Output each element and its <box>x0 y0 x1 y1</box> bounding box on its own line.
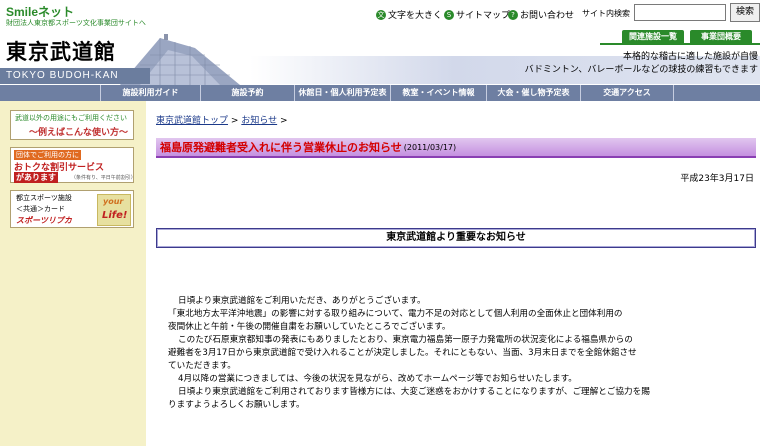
main-nav: 施設利用ガイド 施設予約 休館日・個人利用予定表 教室・イベント情報 大会・催し… <box>0 85 760 101</box>
header-divider <box>600 43 760 45</box>
sitemap-icon: S <box>444 9 454 20</box>
nav-closing-schedule[interactable]: 休館日・個人利用予定表 <box>294 85 390 101</box>
your-text: your <box>103 197 124 206</box>
sidebar: 武道以外の用途にもご利用ください ～例えばこんな使い方～ 団体でご利用の方に お… <box>0 101 146 446</box>
body-line: りますようよろしくお願いします。 <box>168 400 305 410</box>
usage-banner-line2: ～例えばこんな使い方～ <box>29 128 129 138</box>
discount-banner-line4: （条件有り、平日午前割引） <box>71 175 136 181</box>
notice-body: 日頃より東京武道館をご利用いただき、ありがとうございます。 「東北地方太平洋沖地… <box>168 295 758 412</box>
breadcrumb-news-link[interactable]: お知らせ <box>241 116 277 126</box>
body-line: 避難者を3月17日から東京武道館で受け入れることが決定しました。それにともない、… <box>168 348 637 358</box>
card-banner-line2: ＜共通＞カード <box>16 205 65 213</box>
body-line: ていただきます。 <box>168 361 236 371</box>
contact-label: お問い合わせ <box>520 11 575 21</box>
site-title-en: TOKYO BUDOH-KAN <box>0 68 150 84</box>
life-text: Life! <box>102 210 128 221</box>
card-banner-line3: スポーツリプカ <box>16 216 72 225</box>
breadcrumb-home-link[interactable]: 東京武道館トップ <box>156 116 228 126</box>
discount-banner[interactable]: 団体でご利用の方に おトクな割引サービス があります （条件有り、平日午前割引） <box>10 147 136 183</box>
top-utility-bar: Smileネット 財団法人東京都スポーツ文化事業団サイトへ 文 文字を大きく S… <box>0 0 760 30</box>
site-header: 東京武道館 TOKYO BUDOH-KAN 関連施設一覧 事業団概要 本格的な稽… <box>0 30 760 85</box>
site-title[interactable]: 東京武道館 <box>6 36 116 66</box>
body-line: 日頃より東京武道館をご利用されております皆様方には、大変ご迷惑をおかけすることに… <box>178 387 650 397</box>
nav-access[interactable]: 交通アクセス <box>580 85 674 101</box>
contact-icon: ? <box>508 9 518 20</box>
your-life-image: your Life! <box>97 194 131 226</box>
related-facilities-tab[interactable]: 関連施設一覧 <box>622 30 684 44</box>
usage-banner-line1: 武道以外の用途にもご利用ください <box>15 114 127 122</box>
main-content: 東京武道館トップ > お知らせ > 福島原発避難者受入れに伴う営業休止のお知らせ… <box>146 101 760 446</box>
discount-banner-line3: があります <box>14 172 58 183</box>
card-banner-line1: 都立スポーツ施設 <box>16 194 72 202</box>
body-line: 4月以降の営業につきましては、今後の状況を見ながら、改めてホームページ等でお知ら… <box>178 374 577 384</box>
document-date: 平成23年3月17日 <box>680 174 754 184</box>
nav-classes-events[interactable]: 教室・イベント情報 <box>390 85 486 101</box>
sports-card-banner[interactable]: 都立スポーツ施設 ＜共通＞カード スポーツリプカ your Life! <box>10 190 134 228</box>
news-title: 福島原発避難者受入れに伴う営業休止のお知らせ <box>160 141 402 154</box>
body-line: 日頃より東京武道館をご利用いただき、ありがとうございます。 <box>178 296 426 306</box>
nav-tournament-schedule[interactable]: 大会・催し物予定表 <box>486 85 580 101</box>
search-input[interactable] <box>634 4 726 21</box>
body-line: このたび石原東京都知事の発表にもありましたとおり、東京電力福島第一原子力発電所の… <box>178 335 633 345</box>
header-tagline-2: バドミントン、バレーボールなどの球技の練習もできます <box>524 65 758 75</box>
header-tagline-1: 本格的な稽古に適した施設が自慢 <box>622 52 758 62</box>
contact-link[interactable]: ? お問い合わせ <box>508 8 574 21</box>
organization-overview-tab[interactable]: 事業団概要 <box>690 30 752 44</box>
sitemap-label: サイトマップ <box>456 11 511 21</box>
smile-net-link[interactable]: 財団法人東京都スポーツ文化事業団サイトへ <box>6 18 146 28</box>
discount-banner-line1: 団体でご利用の方に <box>14 150 81 160</box>
news-date: (2011/03/17) <box>403 142 457 152</box>
nav-facility-guide[interactable]: 施設利用ガイド <box>100 85 200 101</box>
text-size-link[interactable]: 文 文字を大きく <box>376 8 442 21</box>
search-button[interactable]: 検索 <box>730 3 760 22</box>
notice-heading: 東京武道館より重要なお知らせ <box>156 228 756 248</box>
text-size-icon: 文 <box>376 9 386 20</box>
breadcrumb-separator: > <box>230 116 239 126</box>
news-title-bar: 福島原発避難者受入れに伴う営業休止のお知らせ (2011/03/17) <box>156 138 756 158</box>
body-line: 「東北地方太平洋沖地震」の影響に対する取り組みについて、電力不足の対応として個人… <box>168 309 623 319</box>
nav-reservation[interactable]: 施設予約 <box>200 85 294 101</box>
body-line: 夜間休止と午前・午後の開催自粛をお願いしていたところでございます。 <box>168 322 451 332</box>
usage-banner[interactable]: 武道以外の用途にもご利用ください ～例えばこんな使い方～ <box>10 110 134 140</box>
breadcrumb-separator: > <box>280 116 288 126</box>
breadcrumb: 東京武道館トップ > お知らせ > <box>156 113 288 126</box>
text-size-label: 文字を大きく <box>388 11 443 21</box>
search-label: サイト内検索 <box>582 9 630 18</box>
sitemap-link[interactable]: S サイトマップ <box>444 8 510 21</box>
